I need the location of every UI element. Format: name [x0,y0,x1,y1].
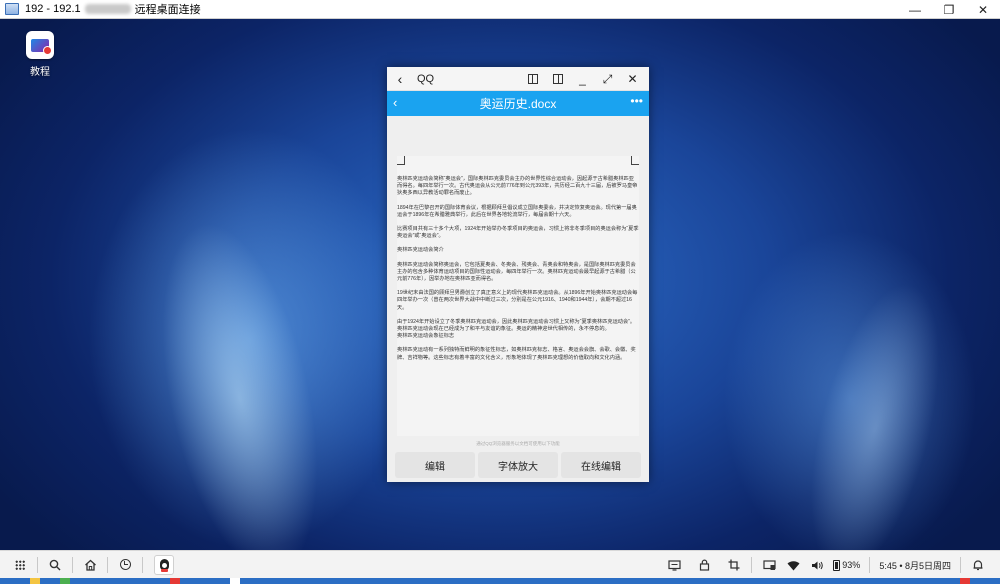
window-controls: — ❐ ✕ [898,0,1000,19]
battery-percent: 93% [842,560,861,570]
qq-phone-window: ‹ QQ _ ⤢ ✕ ‹ 奥运历史.docx ••• 奥林匹克运动会简称“奥运会… [387,67,649,482]
doc-paragraph: 由于1924年开始设立了冬季奥林匹克运动会，因此奥林匹克运动会习惯上又称为“夏季… [397,318,636,333]
desktop-icon-label: 教程 [30,67,50,78]
wallpaper-light-beam [134,208,346,550]
online-edit-button[interactable]: 在线编辑 [561,452,641,478]
crop-mark-left-h [397,164,405,165]
remote-desktop-titlebar: 192 - 192.1 远程桌面连接 — ❐ ✕ [0,0,1000,19]
host-taskbar-strip [0,578,1000,584]
doc-action-bar: 编辑 字体放大 在线编辑 [387,452,649,482]
crop-mark-right [631,156,639,164]
doc-paragraph: 奥林匹克运动有一系列独特而鲜明的象征性标志，如奥林匹克标志、格言、奥运会会旗、会… [397,347,636,361]
desktop-icon-tutorial[interactable]: 教程 [24,31,56,78]
host-icon-fragment [30,578,40,584]
bell-icon [973,560,983,571]
volume-icon [811,561,823,569]
remote-desktop-app-icon [5,3,19,15]
qq-close-button[interactable]: ✕ [620,67,645,91]
redacted-address [84,4,131,14]
wifi-icon [787,560,800,570]
split-left-icon [527,74,538,84]
wallpaper-light-beam-right [785,270,965,550]
doc-paragraph: 1894年在巴黎召开的国际体育会议，根据顾拜旦倡议成立国际奥委会，并决定恢复奥运… [397,204,637,218]
crop-button[interactable] [722,553,746,577]
doc-paragraph: 奥林匹克运动会简称奥运会，它包括夏奥会、冬奥会、残奥会、青奥会和特奥会，是国际奥… [397,261,636,283]
screen-button[interactable] [757,553,781,577]
lock-button[interactable] [692,553,716,577]
doc-footnote: 通过QQ浏览器服务以文档可使用以下功能 [476,441,560,446]
crop-icon [728,559,740,571]
screen-icon [763,559,776,570]
qq-back-button[interactable]: ‹ [387,71,413,87]
split-left-button[interactable] [520,67,545,91]
home-icon [84,559,96,571]
crop-mark-left [397,156,405,164]
doc-heading: 奥林匹克运动会象征标志 [397,333,455,340]
taskbar: 93% 5:45 • 8月5日周四 [0,550,1000,578]
document-title: 奥运历史.docx [479,97,557,111]
qq-expand-button[interactable]: ⤢ [595,67,620,91]
minimize-button[interactable]: — [898,0,932,19]
apps-grid-icon [15,559,25,570]
edit-button[interactable]: 编辑 [395,452,475,478]
cast-button[interactable] [662,553,686,577]
notifications-button[interactable] [966,553,990,577]
search-icon [49,559,61,570]
host-icon-fragment [60,578,70,584]
wifi-status[interactable] [781,553,805,577]
font-zoom-button[interactable]: 字体放大 [478,452,558,478]
qq-window-tools: _ ⤢ ✕ [520,67,645,91]
volume-button[interactable] [805,553,829,577]
taskbar-separator [869,557,871,573]
recent-apps-button[interactable] [113,553,137,577]
doc-paragraph: 奥林匹克运动会简称“奥运会”，国际奥林匹克委员会主办的世界性综合运动会，因起源于… [397,176,638,197]
system-tray: 93% 5:45 • 8月5日周四 [662,551,1000,579]
taskbar-separator [142,556,143,573]
battery-status[interactable]: 93% [829,553,864,577]
crop-mark-right-h [631,164,639,165]
split-right-icon [552,74,563,84]
window-title-suffix: 远程桌面连接 [134,4,201,16]
doc-heading: 奥林匹克运动会简介 [397,247,444,254]
clock-icon [119,559,131,570]
lock-icon [699,559,709,571]
search-button[interactable] [43,553,67,577]
doc-paragraph: 19世纪末由法国的顾拜旦男爵创立了真正意义上的现代奥林匹克运动会。从1896年开… [397,290,638,311]
taskbar-separator [960,557,961,573]
window-title: 192 - 192.1 远程桌面连接 [25,1,201,17]
document-viewer[interactable]: 奥林匹克运动会简称“奥运会”，国际奥林匹克委员会主办的世界性综合运动会，因起源于… [387,116,649,482]
qq-app-name: QQ [417,72,435,85]
taskbar-separator [37,556,38,573]
host-icon-fragment [960,578,970,584]
doc-more-button[interactable]: ••• [630,94,643,108]
window-title-prefix: 192 - 192.1 [25,3,81,15]
taskbar-separator [72,556,73,573]
document-header: ‹ 奥运历史.docx ••• [387,91,649,116]
host-icon-fragment [170,578,180,584]
close-button[interactable]: ✕ [966,0,1000,19]
tutorial-app-icon [26,31,54,59]
taskbar-separator [751,557,753,573]
document-page: 奥林匹克运动会简称“奥运会”，国际奥林匹克委员会主办的世界性综合运动会，因起源于… [397,156,639,436]
home-button[interactable] [78,553,102,577]
qq-penguin-icon [159,559,169,572]
doc-paragraph: 比赛项目共有三十多个大项，1924年开始举办冬季项目的奥运会，习惯上将非冬季项目… [397,226,639,240]
restore-button[interactable]: ❐ [932,0,966,19]
cast-icon [668,559,681,571]
split-right-button[interactable] [545,67,570,91]
qq-topbar: ‹ QQ _ ⤢ ✕ [387,67,649,91]
battery-icon [833,559,841,571]
datetime[interactable]: 5:45 • 8月5日周四 [875,559,955,572]
apps-grid-button[interactable] [8,553,32,577]
host-icon-fragment [230,578,240,584]
taskbar-separator [107,556,108,573]
doc-back-button[interactable]: ‹ [393,95,397,110]
document-text: 奥林匹克运动会简称“奥运会”，国际奥林匹克委员会主办的世界性综合运动会，因起源于… [397,176,639,369]
taskbar-qq-app[interactable] [154,554,174,575]
qq-minimize-button[interactable]: _ [570,67,595,91]
